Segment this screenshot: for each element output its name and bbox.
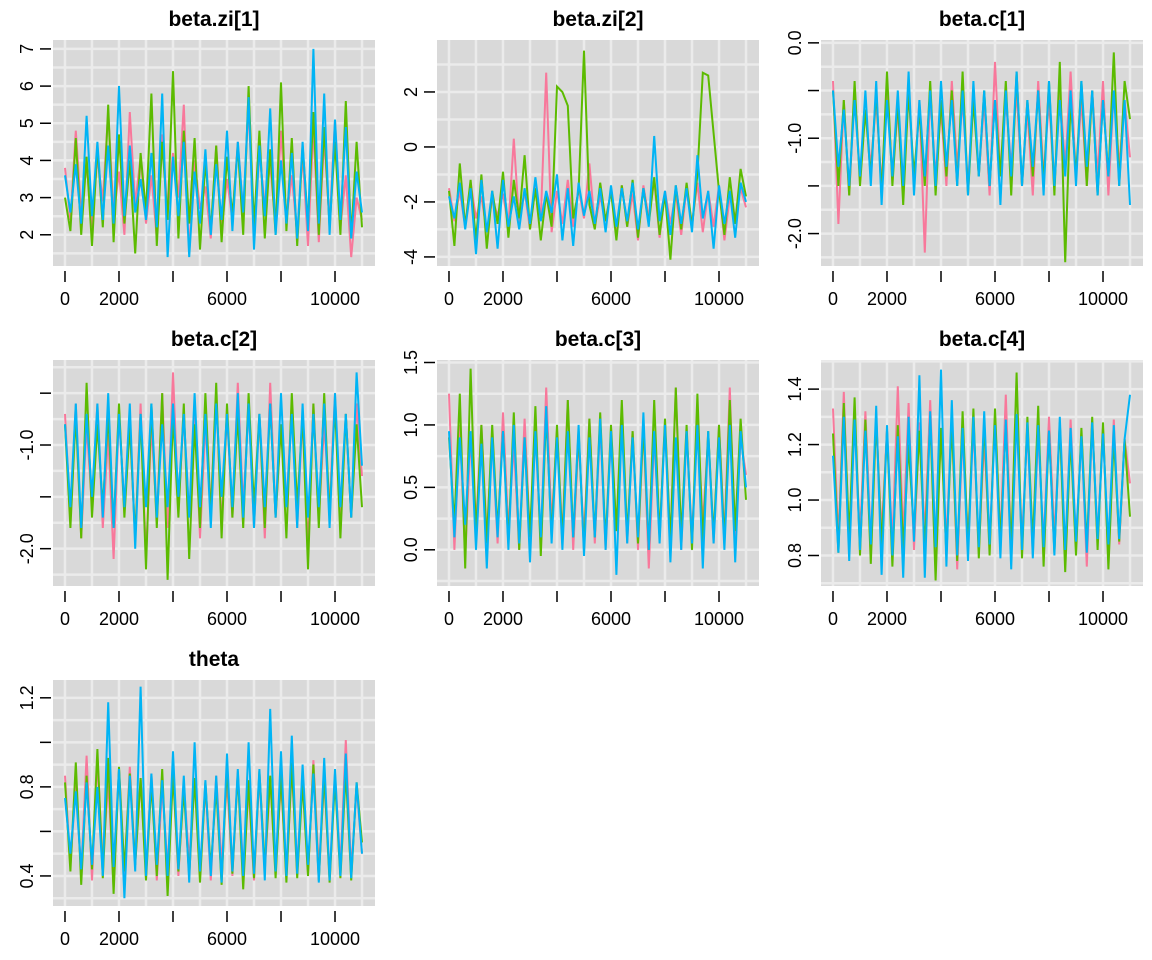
x-tick-label: 0 — [444, 289, 454, 309]
panel-title: beta.c[4] — [939, 328, 1025, 351]
y-tick-label: -1.0 — [785, 123, 805, 154]
y-tick-label: 2 — [17, 230, 37, 240]
y-tick-label: 7 — [17, 44, 37, 54]
x-tick-label: 2000 — [99, 289, 139, 309]
y-tick-label: 4 — [17, 155, 37, 165]
x-tick-label: 2000 — [483, 289, 523, 309]
y-tick-label: 6 — [17, 81, 37, 91]
y-tick-label: 1.0 — [401, 412, 421, 437]
y-tick-label: 1.2 — [17, 685, 37, 710]
x-tick-label: 10000 — [694, 609, 744, 629]
x-tick-label: 6000 — [975, 609, 1015, 629]
trace-panel: 0 2000 6000 10000 -4 -2 0 2 beta.zi[2] — [401, 8, 759, 309]
y-tick-label: 0 — [401, 142, 421, 152]
y-tick-label: -2.0 — [785, 218, 805, 249]
trace-panel: 0 2000 6000 10000 2 3 4 5 6 7 beta.zi[1] — [17, 8, 375, 309]
trace-panel: 0 2000 6000 10000 0.0 0.5 1.0 1.5 beta.c[3] — [401, 328, 759, 629]
y-tick-label: 1.4 — [785, 377, 805, 402]
y-tick-label: 3 — [17, 193, 37, 203]
x-tick-label: 10000 — [1078, 289, 1128, 309]
panel-title: beta.c[2] — [171, 328, 257, 351]
x-tick-label: 0 — [60, 289, 70, 309]
x-tick-label: 10000 — [694, 289, 744, 309]
y-tick-label: -2.0 — [17, 533, 37, 564]
x-tick-label: 2000 — [867, 609, 907, 629]
x-tick-label: 6000 — [591, 289, 631, 309]
x-tick-label: 0 — [60, 609, 70, 629]
panel-title: beta.c[3] — [555, 328, 641, 351]
x-tick-label: 0 — [444, 609, 454, 629]
x-tick-label: 2000 — [99, 929, 139, 949]
y-tick-label: 0.0 — [785, 30, 805, 55]
x-tick-label: 2000 — [483, 609, 523, 629]
y-tick-label: 0.5 — [401, 475, 421, 500]
y-tick-label: -1.0 — [17, 429, 37, 460]
y-tick-label: -4 — [401, 249, 421, 265]
x-tick-label: 0 — [828, 289, 838, 309]
x-tick-label: 6000 — [207, 289, 247, 309]
x-tick-label: 6000 — [591, 609, 631, 629]
y-tick-label: 0.4 — [17, 863, 37, 888]
x-tick-label: 0 — [60, 929, 70, 949]
y-tick-label: 5 — [17, 118, 37, 128]
x-tick-label: 10000 — [310, 609, 360, 629]
panel-title: beta.zi[2] — [552, 8, 643, 31]
trace-plot-figure: 0 2000 6000 10000234567beta.zi[1]0 2000 6000 1… — [17, 8, 1143, 949]
x-tick-label: 6000 — [207, 929, 247, 949]
y-tick-label: 2 — [401, 87, 421, 97]
y-tick-label: 1.0 — [785, 488, 805, 513]
x-tick-label: 10000 — [310, 929, 360, 949]
panel-title: theta — [189, 648, 239, 671]
y-tick-label: 0.8 — [17, 774, 37, 799]
x-tick-label: 6000 — [207, 609, 247, 629]
panel-title: beta.zi[1] — [168, 8, 259, 31]
y-tick-label: 1.2 — [785, 432, 805, 457]
x-tick-label: 0 — [828, 609, 838, 629]
trace-panel: 0 2000 6000 10000 0.4 0.8 1.2 theta — [17, 648, 375, 949]
x-tick-label: 6000 — [975, 289, 1015, 309]
trace-panel: 0 2000 6000 10000 -2.0 -1.0 beta.c[2] — [17, 328, 375, 629]
panel-title: beta.c[1] — [939, 8, 1025, 31]
y-tick-label: -2 — [401, 194, 421, 210]
x-tick-label: 10000 — [310, 289, 360, 309]
x-tick-label: 2000 — [99, 609, 139, 629]
x-tick-label: 10000 — [1078, 609, 1128, 629]
trace-panel: 0 2000 6000 10000 -2.0 -1.0 0.0 beta.c[1] — [785, 8, 1143, 309]
trace-panel: 0 2000 6000 10000 0.8 1.0 1.2 1.4 beta.c[4] — [785, 328, 1143, 629]
y-tick-label: 0.0 — [401, 537, 421, 562]
y-tick-label: 0.8 — [785, 543, 805, 568]
y-tick-label: 1.5 — [401, 350, 421, 375]
x-tick-label: 2000 — [867, 289, 907, 309]
